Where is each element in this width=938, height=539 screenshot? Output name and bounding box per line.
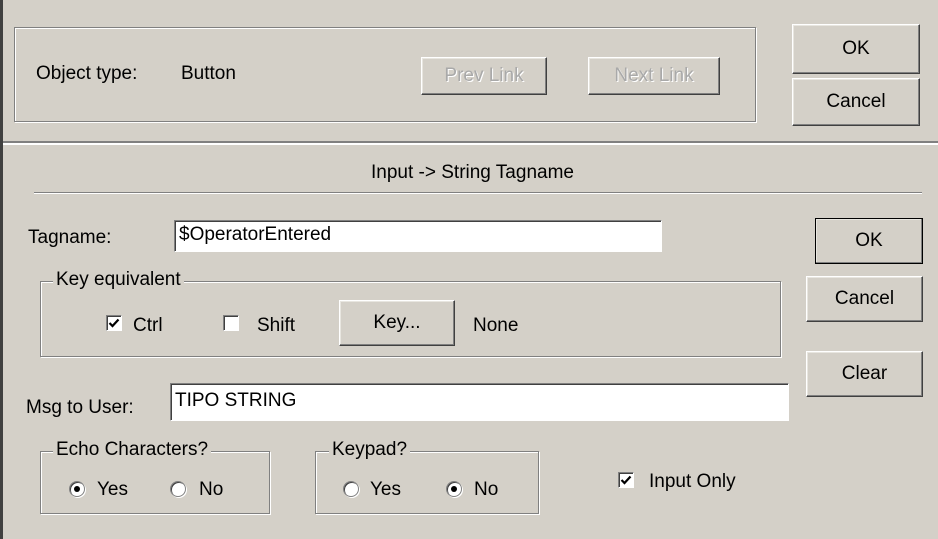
keypad-no-label: No — [474, 479, 499, 500]
prev-link-button[interactable]: Prev Link — [421, 57, 547, 95]
msg-to-user-input[interactable]: TIPO STRING — [170, 383, 789, 421]
window-left-edge — [0, 0, 3, 539]
echo-no-label: No — [199, 479, 224, 500]
input-only-checkbox[interactable] — [618, 472, 634, 488]
key-value: None — [473, 315, 519, 336]
clear-button[interactable]: Clear — [806, 351, 923, 397]
keypad-yes-radio[interactable] — [343, 481, 359, 497]
dialog-title: Input -> String Tagname — [371, 162, 574, 183]
object-type-value: Button — [181, 63, 236, 84]
checkmark-icon — [108, 318, 120, 328]
tagname-label: Tagname: — [28, 227, 112, 248]
shift-label: Shift — [257, 315, 296, 336]
shift-checkbox[interactable] — [223, 315, 239, 331]
next-link-button[interactable]: Next Link — [588, 57, 720, 95]
tagname-input[interactable]: $OperatorEntered — [174, 220, 662, 252]
ok-button[interactable]: OK — [815, 218, 923, 264]
ctrl-label: Ctrl — [133, 315, 163, 336]
link-ok-button[interactable]: OK — [792, 24, 920, 74]
keypad-legend: Keypad? — [329, 439, 411, 461]
echo-no-radio[interactable] — [170, 481, 186, 497]
echo-yes-radio[interactable] — [69, 481, 85, 497]
link-cancel-button[interactable]: Cancel — [792, 78, 920, 126]
echo-yes-label: Yes — [97, 479, 128, 500]
checkmark-icon — [620, 475, 632, 485]
title-separator-highlight — [34, 193, 922, 194]
panel-divider-highlight — [3, 143, 938, 145]
keypad-yes-label: Yes — [370, 479, 401, 500]
input-only-label: Input Only — [649, 471, 736, 492]
msg-to-user-label: Msg to User: — [26, 397, 134, 418]
ctrl-checkbox[interactable] — [106, 315, 122, 331]
echo-characters-legend: Echo Characters? — [53, 439, 212, 461]
object-type-label: Object type: — [36, 63, 138, 84]
key-equivalent-legend: Key equivalent — [53, 269, 184, 291]
cancel-button[interactable]: Cancel — [806, 276, 923, 322]
key-button[interactable]: Key... — [339, 300, 455, 346]
keypad-no-radio[interactable] — [446, 481, 462, 497]
